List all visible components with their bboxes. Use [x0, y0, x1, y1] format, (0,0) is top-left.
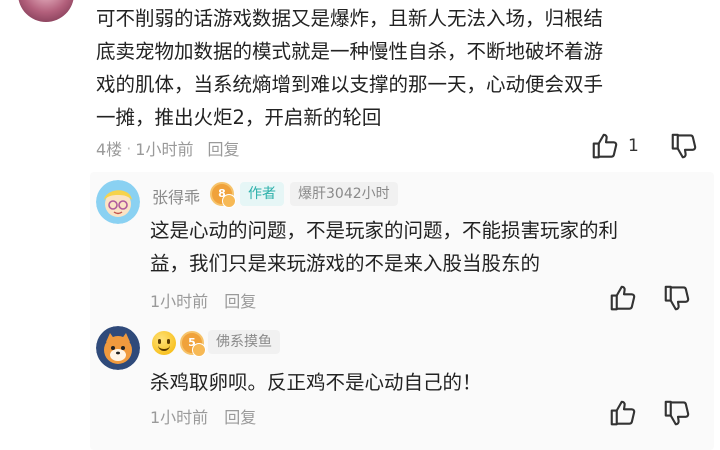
reply-line: 益，我们只是来玩游戏的不是来入股当股东的 — [150, 252, 541, 275]
reply-avatar[interactable] — [96, 180, 140, 224]
comment-line: 可不削弱的话游戏数据又是爆炸，且新人无法入场，归根结 — [96, 7, 604, 30]
comment-actions: 1 — [590, 131, 699, 161]
reply-body: 这是心动的问题，不是玩家的问题，不能损害玩家的利 益，我们只是来玩游戏的不是来入… — [150, 214, 710, 280]
reply-actions — [608, 398, 692, 428]
reply-meta: 1小时前 回复 — [150, 404, 256, 428]
meta-separator: · — [126, 138, 132, 158]
thumbs-up-icon[interactable] — [608, 283, 638, 313]
reply-time: 1小时前 — [150, 408, 209, 427]
reply-time: 1小时前 — [150, 292, 209, 311]
thumbs-down-icon[interactable] — [669, 131, 699, 161]
reply-line: 杀鸡取卵呗。反正鸡不是心动自己的！ — [150, 371, 482, 394]
commenter-avatar[interactable] — [18, 0, 74, 22]
thumbs-up-icon[interactable] — [590, 131, 620, 161]
like-count: 1 — [628, 136, 639, 156]
comment-line: 戏的肌体，当系统熵增到难以支撑的那一天，心动便会双手 — [96, 73, 604, 96]
level-badge: 8 — [210, 182, 236, 208]
reply-button[interactable]: 回复 — [224, 288, 256, 312]
comment-time: 1小时前 — [135, 140, 194, 159]
reply-body: 杀鸡取卵呗。反正鸡不是心动自己的！ — [150, 366, 710, 399]
reply-username[interactable]: 张得乖 — [152, 184, 200, 208]
reply-avatar[interactable] — [96, 326, 140, 370]
reply-button[interactable]: 回复 — [207, 136, 239, 160]
reply-actions — [608, 283, 692, 313]
grin-emoji-icon — [152, 331, 176, 355]
comment-line: 一摊，推出火炬2，开启新的轮回 — [96, 106, 382, 129]
floor-number: 4楼 — [96, 140, 123, 159]
reply-meta: 1小时前 回复 — [150, 288, 256, 312]
reply-button[interactable]: 回复 — [224, 404, 256, 428]
thumbs-down-icon[interactable] — [662, 398, 692, 428]
comment-meta: 4楼 · 1小时前 回复 — [96, 136, 239, 160]
level-badge: 5 — [180, 331, 206, 357]
thumbs-up-icon[interactable] — [608, 398, 638, 428]
author-tag: 作者 — [240, 182, 284, 206]
title-tag: 佛系摸鱼 — [208, 330, 280, 354]
comment-line: 底卖宠物加数据的模式就是一种慢性自杀，不断地破坏着游 — [96, 40, 604, 63]
reply-line: 这是心动的问题，不是玩家的问题，不能损害玩家的利 — [150, 219, 619, 242]
thumbs-down-icon[interactable] — [662, 283, 692, 313]
playtime-tag: 爆肝3042小时 — [290, 182, 398, 206]
comment-body: 可不削弱的话游戏数据又是爆炸，且新人无法入场，归根结 底卖宠物加数据的模式就是一… — [96, 2, 708, 134]
